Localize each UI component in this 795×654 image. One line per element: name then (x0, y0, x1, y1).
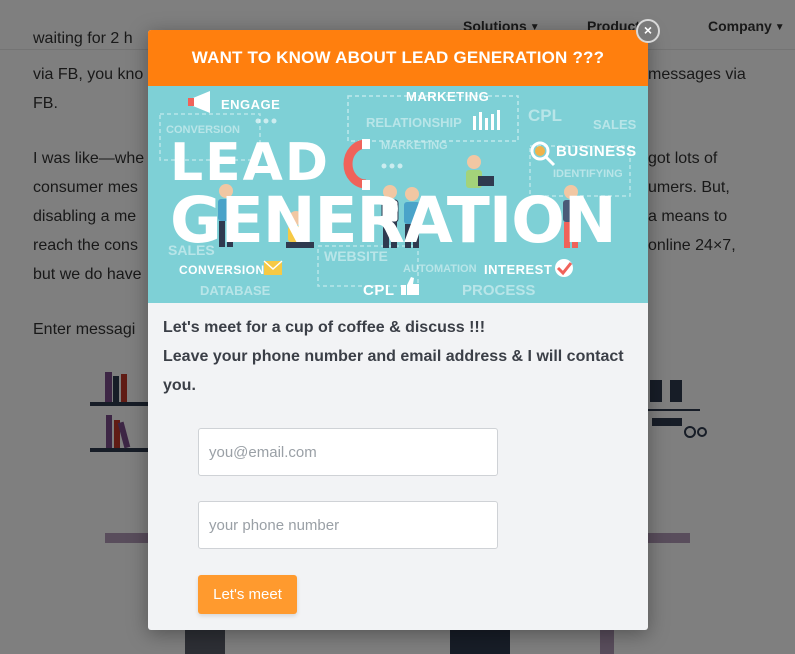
thumbs-up-icon (401, 277, 419, 295)
banner-faint-text: DATABASE (200, 283, 271, 298)
banner-faint-text: SALES (593, 117, 637, 132)
close-icon[interactable]: × (636, 19, 660, 43)
banner-faint-text: RELATIONSHIP (366, 115, 462, 130)
modal-message: Let's meet for a cup of coffee & discuss… (148, 303, 648, 400)
banner-faint-text: AUTOMATION (403, 263, 477, 275)
banner-faint-text: IDENTIFYING (553, 168, 623, 180)
megaphone-icon (188, 91, 210, 113)
banner-label-conversion: CONVERSION (179, 263, 265, 277)
modal-message-line: Let's meet for a cup of coffee & discuss… (163, 319, 486, 336)
lead-generation-modal: WANT TO KNOW ABOUT LEAD GENERATION ??? C… (148, 30, 648, 630)
banner-label-cpl: CPL (363, 282, 395, 299)
magnifier-icon (530, 141, 556, 167)
envelope-icon (263, 260, 283, 275)
banner-headline-generation: GENERATION (170, 184, 617, 257)
phone-field[interactable] (198, 501, 498, 549)
banner-faint-text: MARKETING (381, 140, 448, 152)
bar-chart-icon (473, 110, 500, 130)
banner-faint-text: PROCESS (462, 282, 536, 299)
modal-title: WANT TO KNOW ABOUT LEAD GENERATION ??? (148, 30, 648, 86)
magnet-icon (343, 139, 370, 190)
banner-label-interest: INTEREST (484, 262, 553, 277)
banner-label-engage: ENGAGE (221, 97, 281, 112)
modal-message-line: Leave your phone number and email addres… (163, 348, 624, 394)
email-field[interactable] (198, 428, 498, 476)
lets-meet-button[interactable]: Let's meet (198, 575, 297, 614)
banner-label-marketing: MARKETING (406, 89, 490, 104)
lead-generation-banner: CONVERSION RELATIONSHIP MARKETING SALES … (148, 86, 648, 303)
checkmark-icon (555, 259, 573, 277)
banner-label-business: BUSINESS (556, 143, 637, 160)
lead-form: Let's meet (198, 428, 498, 614)
banner-faint-text: CPL (528, 106, 562, 125)
